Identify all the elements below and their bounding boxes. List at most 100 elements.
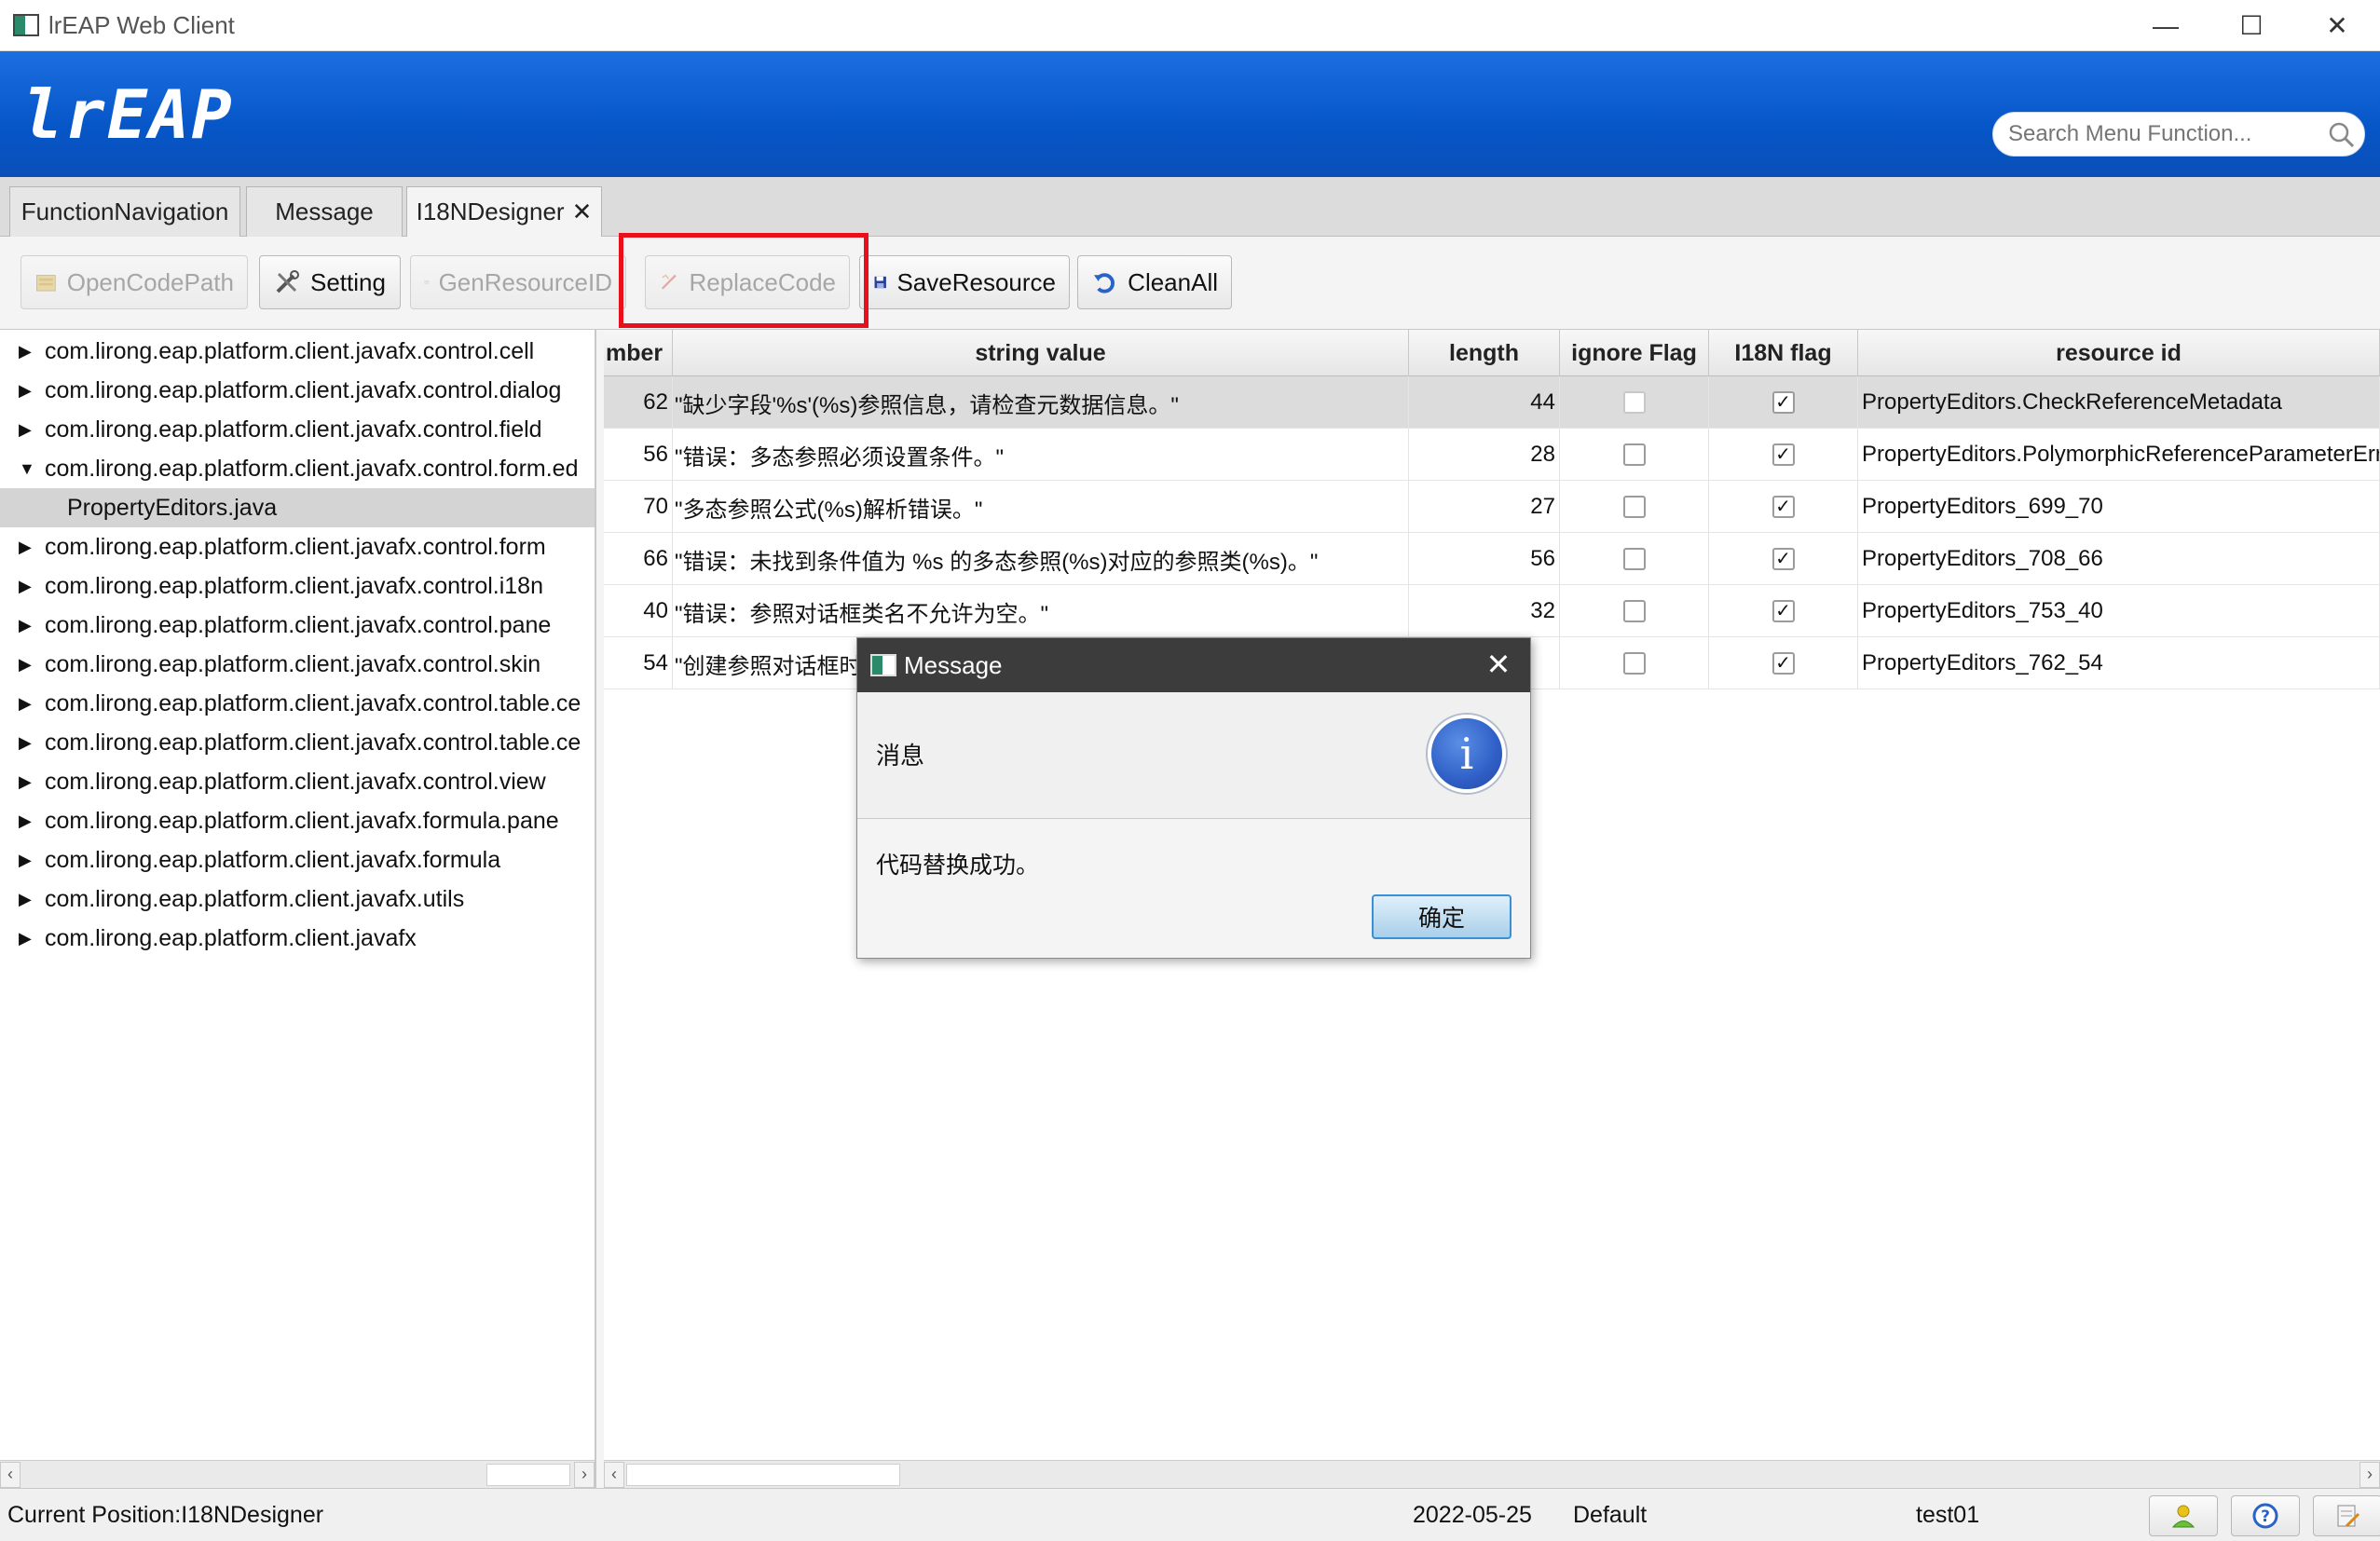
tab-label: I18NDesigner — [416, 198, 565, 225]
ignore-flag-checkbox[interactable] — [1622, 600, 1646, 622]
open-code-path-button[interactable]: OpenCodePath — [21, 255, 248, 309]
tree-item[interactable]: ▶ com.lirong.eap.platform.client.javafx.c… — [0, 606, 595, 645]
cell-number: 56 — [604, 429, 673, 481]
scroll-thumb[interactable] — [486, 1464, 570, 1486]
expand-arrow-icon[interactable]: ▶ — [19, 929, 35, 948]
tree-item-property-editors[interactable]: PropertyEditors.java — [0, 488, 595, 527]
button-label: OpenCodePath — [66, 267, 234, 296]
cell-number: 70 — [604, 481, 673, 533]
close-window-button[interactable]: ✕ — [2294, 0, 2380, 51]
tab-message[interactable]: Message — [246, 186, 403, 237]
expand-arrow-icon[interactable]: ▶ — [19, 420, 35, 440]
tree-item-label: com.lirong.eap.platform.client.javafx.co… — [45, 768, 546, 795]
i18n-flag-checkbox[interactable]: ✓ — [1771, 652, 1795, 675]
minimize-button[interactable]: — — [2123, 0, 2209, 51]
user-button[interactable] — [2149, 1495, 2218, 1536]
table-row[interactable]: 66 "错误：未找到条件值为 %s 的多态参照(%s)对应的参照类(%s)。" … — [604, 533, 2380, 585]
i18n-flag-checkbox[interactable]: ✓ — [1771, 496, 1795, 518]
setting-button[interactable]: Setting — [259, 255, 401, 309]
table-horizontal-scrollbar[interactable]: ‹ › — [604, 1460, 2380, 1488]
tab-close-icon[interactable]: ✕ — [572, 198, 593, 226]
tree-item[interactable]: ▶ com.lirong.eap.platform.client.javafx.c… — [0, 762, 595, 801]
ignore-flag-checkbox[interactable] — [1622, 391, 1646, 414]
column-header-resource-id[interactable]: resource id — [1858, 330, 2380, 376]
i18n-flag-checkbox[interactable]: ✓ — [1771, 391, 1795, 414]
cell-length: 27 — [1409, 481, 1560, 533]
tree-item[interactable]: ▶ com.lirong.eap.platform.client.javafx.c… — [0, 684, 595, 723]
gen-resource-id-button[interactable]: GenResourceID — [410, 255, 626, 309]
search-box[interactable] — [1992, 112, 2365, 157]
tree-item[interactable]: ▶ com.lirong.eap.platform.client.javafx.f… — [0, 840, 595, 880]
table-row[interactable]: 62 "缺少字段'%s'(%s)参照信息，请检查元数据信息。" 44 ✓ Pro… — [604, 376, 2380, 429]
i18n-flag-checkbox[interactable]: ✓ — [1771, 600, 1795, 622]
tree-item[interactable]: ▶ com.lirong.eap.platform.client.javafx.c… — [0, 410, 595, 449]
tree-item[interactable]: ▶ com.lirong.eap.platform.client.javafx — [0, 919, 595, 958]
tree-item[interactable]: ▶ com.lirong.eap.platform.client.javafx.f… — [0, 801, 595, 840]
expand-arrow-icon[interactable]: ▶ — [19, 577, 35, 596]
ignore-flag-checkbox[interactable] — [1622, 496, 1646, 518]
tree-horizontal-scrollbar[interactable]: ‹ › — [0, 1460, 595, 1488]
ignore-flag-checkbox[interactable] — [1622, 443, 1646, 466]
ignore-flag-checkbox[interactable] — [1622, 652, 1646, 675]
tree-item[interactable]: ▶ com.lirong.eap.platform.client.javafx.c… — [0, 332, 595, 371]
table-row[interactable]: 70 "多态参照公式(%s)解析错误。" 27 ✓ PropertyEditor… — [604, 481, 2380, 533]
tree-item[interactable]: ▶ com.lirong.eap.platform.client.javafx.u… — [0, 880, 595, 919]
column-header-i18n-flag[interactable]: I18N flag — [1709, 330, 1858, 376]
column-header-string-value[interactable]: string value — [673, 330, 1409, 376]
scroll-right-icon[interactable]: › — [2359, 1461, 2380, 1488]
maximize-button[interactable]: ☐ — [2209, 0, 2294, 51]
tree-item[interactable]: ▶ com.lirong.eap.platform.client.javafx.c… — [0, 371, 595, 410]
column-header-length[interactable]: length — [1409, 330, 1560, 376]
expand-arrow-icon[interactable]: ▶ — [19, 811, 35, 831]
notes-button[interactable] — [2313, 1495, 2380, 1536]
cell-number: 40 — [604, 585, 673, 637]
expand-arrow-icon[interactable]: ▶ — [19, 890, 35, 909]
scroll-left-icon[interactable]: ‹ — [604, 1461, 624, 1488]
dialog-titlebar[interactable]: Message ✕ — [857, 638, 1530, 692]
tree-item-label: com.lirong.eap.platform.client.javafx.co… — [45, 572, 543, 599]
package-tree: ▶ com.lirong.eap.platform.client.javafx.c… — [0, 330, 596, 1488]
cell-ignore-flag — [1560, 429, 1709, 481]
tab-i18n-designer[interactable]: I18NDesigner ✕ — [406, 186, 602, 237]
help-button[interactable]: ? — [2231, 1495, 2300, 1536]
column-header-number[interactable]: mber — [604, 330, 673, 376]
table-row[interactable]: 56 "错误：多态参照必须设置条件。" 28 ✓ PropertyEditors… — [604, 429, 2380, 481]
expand-arrow-icon[interactable]: ▶ — [19, 772, 35, 792]
expand-arrow-icon[interactable]: ▶ — [19, 381, 35, 401]
search-input[interactable] — [2008, 121, 2306, 147]
i18n-flag-checkbox[interactable]: ✓ — [1771, 548, 1795, 570]
i18n-flag-checkbox[interactable]: ✓ — [1771, 443, 1795, 466]
svg-text:?: ? — [2261, 1507, 2270, 1526]
collapse-arrow-icon[interactable]: ▼ — [19, 459, 35, 479]
cell-ignore-flag — [1560, 376, 1709, 429]
expand-arrow-icon[interactable]: ▶ — [19, 851, 35, 870]
ignore-flag-checkbox[interactable] — [1622, 548, 1646, 570]
tree-item[interactable]: ▶ com.lirong.eap.platform.client.javafx.c… — [0, 645, 595, 684]
tree-item[interactable]: ▼ com.lirong.eap.platform.client.javafx.c… — [0, 449, 595, 488]
clean-all-button[interactable]: CleanAll — [1077, 255, 1232, 309]
ok-button[interactable]: 确定 — [1372, 894, 1511, 939]
dialog-close-icon[interactable]: ✕ — [1480, 646, 1517, 683]
tree-item[interactable]: ▶ com.lirong.eap.platform.client.javafx.c… — [0, 566, 595, 606]
highlight-annotation — [619, 233, 869, 328]
status-user: test01 — [1916, 1502, 1980, 1528]
help-icon: ? — [2252, 1503, 2278, 1529]
cell-string-value: "错误：未找到条件值为 %s 的多态参照(%s)对应的参照类(%s)。" — [673, 533, 1409, 585]
expand-arrow-icon[interactable]: ▶ — [19, 538, 35, 557]
table-header: mber string value length ignore Flag I18… — [604, 330, 2380, 376]
expand-arrow-icon[interactable]: ▶ — [19, 342, 35, 361]
expand-arrow-icon[interactable]: ▶ — [19, 655, 35, 675]
expand-arrow-icon[interactable]: ▶ — [19, 733, 35, 753]
expand-arrow-icon[interactable]: ▶ — [19, 694, 35, 714]
scroll-left-icon[interactable]: ‹ — [0, 1461, 21, 1488]
expand-arrow-icon[interactable]: ▶ — [19, 616, 35, 635]
scroll-right-icon[interactable]: › — [574, 1461, 595, 1488]
table-row[interactable]: 40 "错误：参照对话框类名不允许为空。" 32 ✓ PropertyEdito… — [604, 585, 2380, 637]
tab-function-navigation[interactable]: FunctionNavigation — [9, 186, 240, 237]
column-header-ignore-flag[interactable]: ignore Flag — [1560, 330, 1709, 376]
scroll-thumb[interactable] — [626, 1464, 900, 1486]
tree-item[interactable]: ▶ com.lirong.eap.platform.client.javafx.c… — [0, 723, 595, 762]
tree-item[interactable]: ▶ com.lirong.eap.platform.client.javafx.c… — [0, 527, 595, 566]
search-icon[interactable] — [2327, 120, 2355, 148]
save-resource-button[interactable]: SaveResource — [859, 255, 1070, 309]
